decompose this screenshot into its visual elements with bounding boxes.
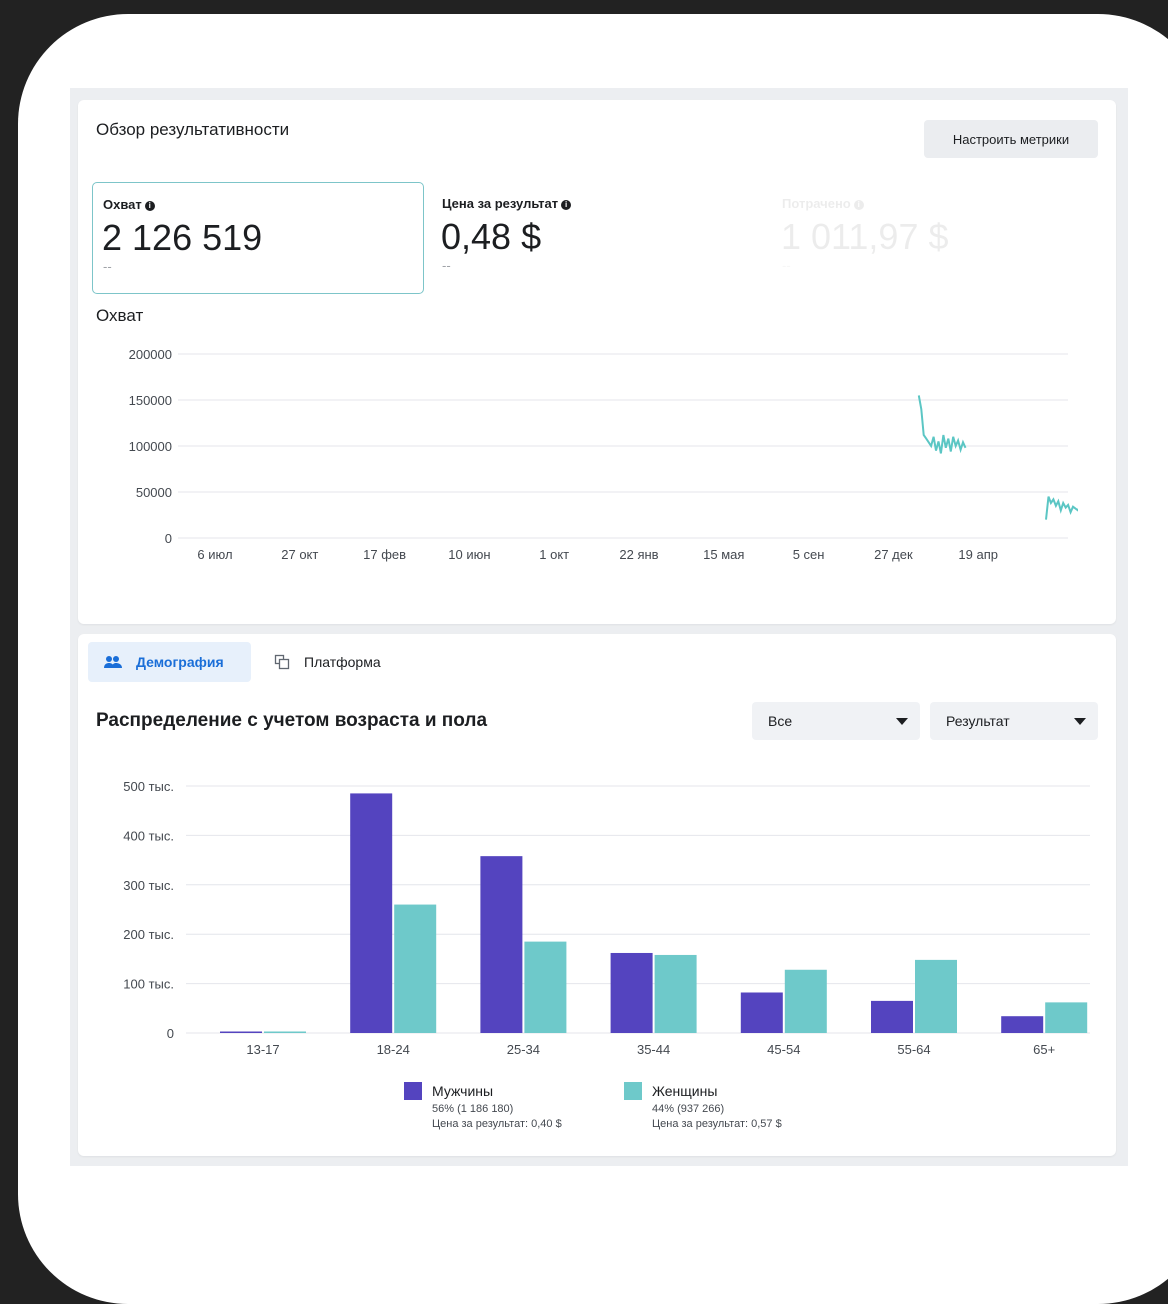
bar-men [350, 793, 393, 1033]
metric-delta: -- [103, 259, 112, 274]
age-gender-bar-chart: 500 тыс. 400 тыс. 300 тыс. 200 тыс. 100 тыс.… [123, 779, 1090, 1057]
y-tick-label: 500 тыс. [123, 779, 174, 794]
x-tick-label: 27 окт [281, 547, 318, 562]
bar-women [1045, 1002, 1088, 1033]
y-tick-label: 300 тыс. [123, 878, 174, 893]
bar-women [524, 941, 567, 1033]
x-tick-label: 15 мая [703, 547, 744, 562]
x-tick-label: 1 окт [539, 547, 569, 562]
metric-delta: -- [442, 258, 451, 273]
legend-name-women: Женщины [652, 1083, 718, 1099]
metric-value: 1 011,97 $ [781, 216, 949, 257]
performance-overview-card: Обзор результативности Настроить метрики… [78, 100, 1116, 624]
bar-men [740, 992, 783, 1033]
y-tick-label: 0 [165, 531, 172, 546]
bar-women [915, 959, 957, 1033]
bar-men [1001, 1016, 1044, 1033]
metric-label: Потрачено [782, 196, 851, 211]
y-tick-label: 200 тыс. [123, 927, 174, 942]
x-tick-label: 45-54 [767, 1042, 800, 1057]
metric-label: Цена за результат [442, 196, 559, 211]
metric-cost-box[interactable]: Цена за результат i 0,48 $ -- [432, 182, 762, 292]
metric-reach-box[interactable]: Охват i 2 126 519 -- [92, 182, 424, 294]
bar-women [654, 954, 697, 1033]
info-icon[interactable]: i [561, 200, 572, 210]
info-icon[interactable]: i [853, 200, 864, 210]
y-tick-label: 100000 [129, 439, 172, 454]
x-tick-label: 27 дек [874, 547, 913, 562]
x-tick-label: 22 янв [619, 547, 658, 562]
x-tick-label: 65+ [1033, 1042, 1055, 1057]
x-tick-label: 18-24 [377, 1042, 410, 1057]
reach-line-chart: 200000 150000 100000 50000 0 6 июл 27 окт 17 фе… [129, 347, 1078, 562]
legend-cost-men: Цена за результат: 0,40 $ [432, 1118, 562, 1130]
legend-cost-women: Цена за результат: 0,57 $ [652, 1118, 782, 1130]
y-tick-label: 0 [167, 1026, 174, 1041]
legend-share-men: 56% (1 186 180) [432, 1103, 514, 1115]
y-tick-label: 150000 [129, 393, 172, 408]
y-tick-label: 400 тыс. [123, 828, 174, 843]
x-tick-label: 55-64 [897, 1042, 930, 1057]
reach-series-line [1045, 496, 1078, 520]
bar-women [264, 1031, 306, 1033]
info-icon[interactable]: i [144, 201, 155, 211]
legend-swatch-men [404, 1082, 422, 1100]
x-tick-label: 5 сен [793, 547, 825, 562]
configure-metrics-button[interactable]: Настроить метрики [924, 120, 1098, 158]
x-tick-label: 10 июн [448, 547, 490, 562]
x-tick-label: 25-34 [507, 1042, 540, 1057]
x-tick-label: 6 июл [197, 547, 232, 562]
overview-title: Обзор результативности [96, 120, 290, 139]
legend-share-women: 44% (937 266) [652, 1103, 725, 1115]
metric-spent-box[interactable]: Потрачено i 1 011,97 $ -- [772, 182, 962, 292]
legend-swatch-women [624, 1082, 642, 1100]
reach-series-line [917, 395, 967, 454]
bar-men [220, 1031, 262, 1033]
bar-men [480, 856, 523, 1033]
y-tick-label: 100 тыс. [123, 977, 174, 992]
x-tick-label: 13-17 [246, 1042, 279, 1057]
line-chart-title: Охват [96, 306, 144, 325]
x-tick-label: 19 апр [958, 547, 998, 562]
metric-value: 2 126 519 [102, 217, 263, 258]
y-tick-label: 50000 [136, 485, 172, 500]
bar-men [871, 1000, 913, 1033]
metric-delta: -- [782, 258, 791, 273]
metric-value: 0,48 $ [441, 216, 542, 257]
bar-men [610, 952, 653, 1033]
x-tick-label: 35-44 [637, 1042, 670, 1057]
bar-women [784, 969, 827, 1033]
demographics-card: Демография Платформа Распределение с уче… [78, 634, 1116, 1156]
legend-name-men: Мужчины [432, 1083, 494, 1099]
bar-women [394, 904, 437, 1033]
metric-label: Охват [103, 197, 142, 212]
x-tick-label: 17 фев [363, 547, 406, 562]
y-tick-label: 200000 [129, 347, 172, 362]
